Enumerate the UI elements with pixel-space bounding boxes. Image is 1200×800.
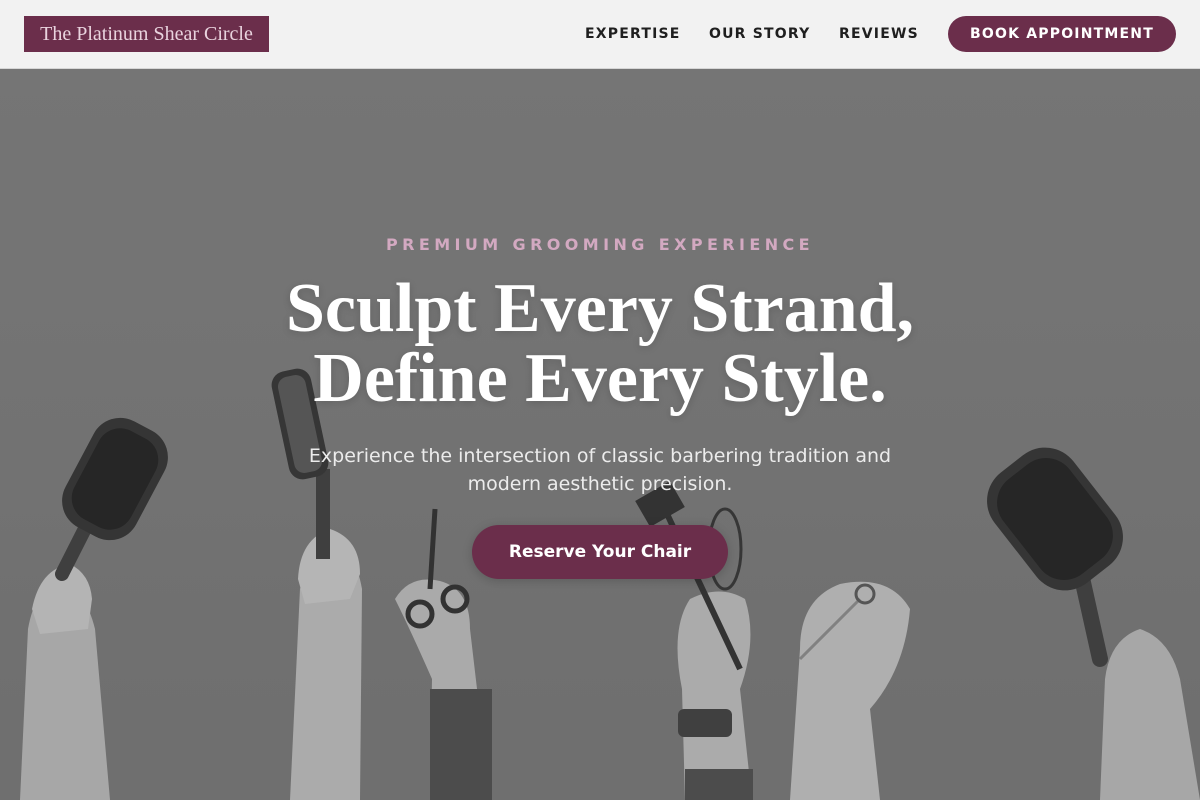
hero-section: PREMIUM GROOMING EXPERIENCE Sculpt Every… [0, 69, 1200, 800]
site-header: The Platinum Shear Circle EXPERTISE OUR … [0, 0, 1200, 69]
hero-headline-line-1: Sculpt Every Strand, [285, 270, 915, 347]
nav-link-reviews[interactable]: REVIEWS [839, 25, 919, 43]
reserve-chair-button[interactable]: Reserve Your Chair [472, 525, 728, 579]
hero-headline-line-2: Define Every Style. [313, 340, 887, 417]
nav-link-expertise[interactable]: EXPERTISE [585, 25, 681, 43]
book-appointment-button[interactable]: BOOK APPOINTMENT [948, 16, 1176, 52]
site-logo[interactable]: The Platinum Shear Circle [24, 16, 269, 52]
hero-subtext: Experience the intersection of classic b… [308, 445, 892, 495]
nav-link-our-story[interactable]: OUR STORY [709, 25, 810, 43]
hero-eyebrow: PREMIUM GROOMING EXPERIENCE [386, 235, 814, 254]
hero-overlay [0, 69, 1200, 800]
hero-headline: Sculpt Every Strand, Define Every Style. [200, 274, 1000, 414]
